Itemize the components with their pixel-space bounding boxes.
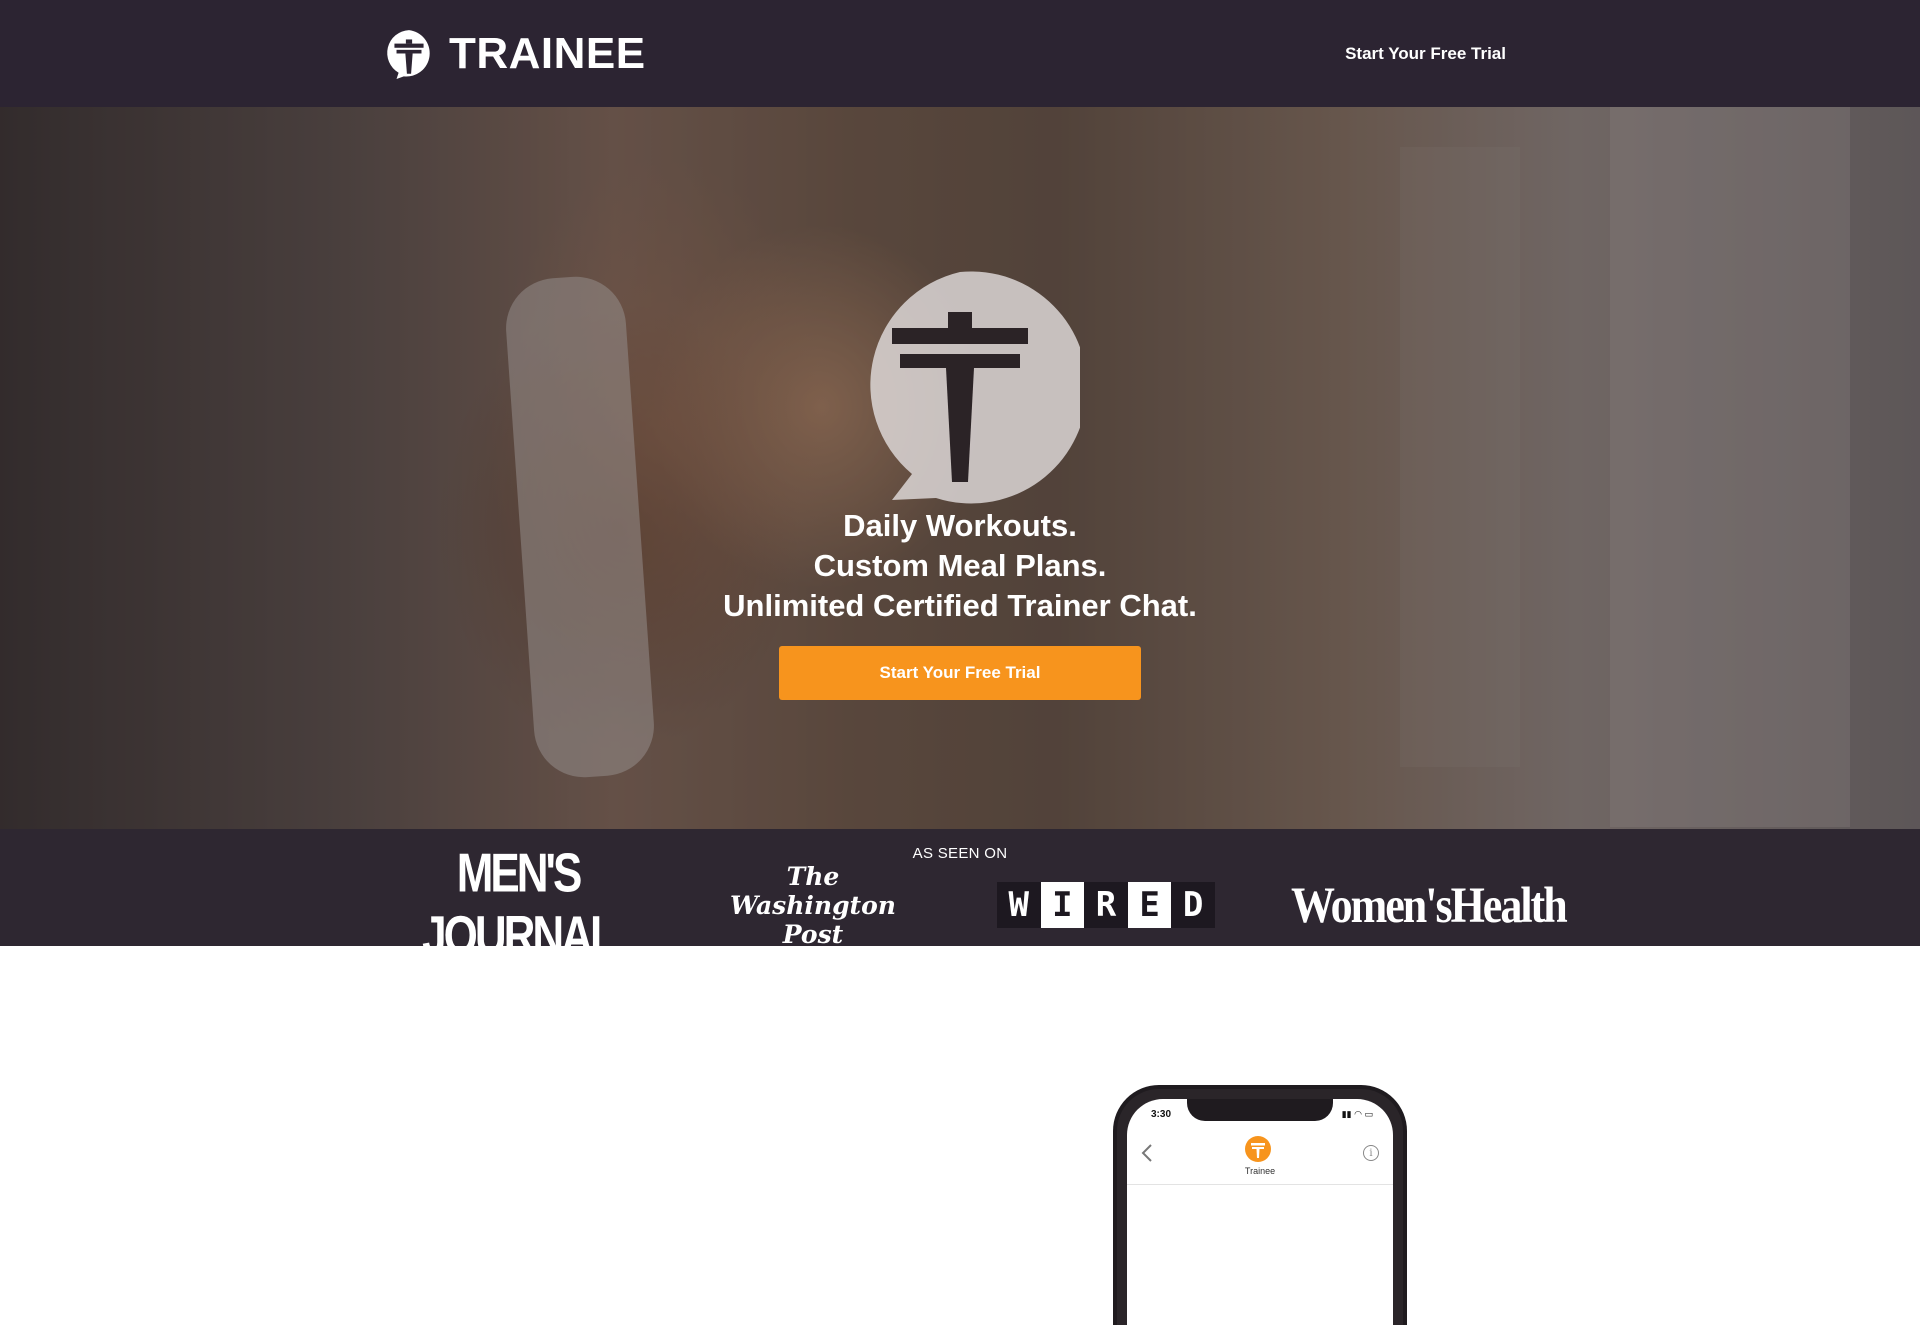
wired-letter-e: E bbox=[1127, 882, 1172, 928]
wired-letter-w: W bbox=[997, 882, 1041, 928]
trainee-logo-icon bbox=[387, 30, 430, 79]
hero-content: Daily Workouts. Custom Meal Plans. Unlim… bbox=[0, 264, 1920, 700]
signal-wifi-battery-icon: ▮▮ ◠ ▭ bbox=[1341, 1109, 1373, 1119]
hero-section: Daily Workouts. Custom Meal Plans. Unlim… bbox=[0, 107, 1920, 829]
phone-status-time: 3:30 bbox=[1151, 1109, 1172, 1120]
press-logos: MEN'S JOURNAL The Washington Post W I R … bbox=[407, 843, 1568, 967]
womens-health-logo: Women'sHealth bbox=[1291, 876, 1568, 934]
press-label: AS SEEN ON bbox=[912, 845, 1008, 862]
washington-post-logo: The Washington Post bbox=[730, 861, 896, 949]
tagline-line-1: Daily Workouts. bbox=[843, 508, 1077, 543]
wired-letter-i: I bbox=[1040, 882, 1085, 928]
trainee-avatar-icon bbox=[1245, 1136, 1271, 1162]
hero-tagline: Daily Workouts. Custom Meal Plans. Unlim… bbox=[723, 506, 1197, 626]
info-icon[interactable]: i bbox=[1363, 1145, 1379, 1161]
chat-header: Trainee i bbox=[1127, 1127, 1393, 1185]
app-preview-section bbox=[0, 946, 1920, 1280]
phone-mockup: 3:30 ▮▮ ◠ ▭ Trainee i bbox=[1113, 1085, 1407, 1325]
phone-screen: 3:30 ▮▮ ◠ ▭ Trainee i bbox=[1127, 1099, 1393, 1325]
tagline-line-2: Custom Meal Plans. bbox=[813, 548, 1107, 583]
brand-name: TRAINEE bbox=[449, 29, 646, 78]
header-free-trial-link[interactable]: Start Your Free Trial bbox=[1345, 44, 1506, 64]
chat-app-name: Trainee bbox=[1244, 1166, 1276, 1176]
wired-logo: W I R E D bbox=[997, 882, 1215, 928]
brand-logo[interactable]: TRAINEE bbox=[383, 26, 646, 82]
wired-letter-r: R bbox=[1084, 882, 1128, 928]
hero-free-trial-button[interactable]: Start Your Free Trial bbox=[779, 646, 1141, 700]
chevron-left-icon[interactable] bbox=[1141, 1143, 1153, 1163]
press-bar: AS SEEN ON MEN'S JOURNAL The Washington … bbox=[0, 829, 1920, 967]
wired-letter-d: D bbox=[1171, 882, 1215, 928]
trainee-logo-icon bbox=[870, 271, 1080, 504]
phone-notch bbox=[1187, 1099, 1333, 1121]
top-nav: TRAINEE Start Your Free Trial bbox=[0, 0, 1920, 107]
tagline-line-3: Unlimited Certified Trainer Chat. bbox=[723, 588, 1197, 623]
